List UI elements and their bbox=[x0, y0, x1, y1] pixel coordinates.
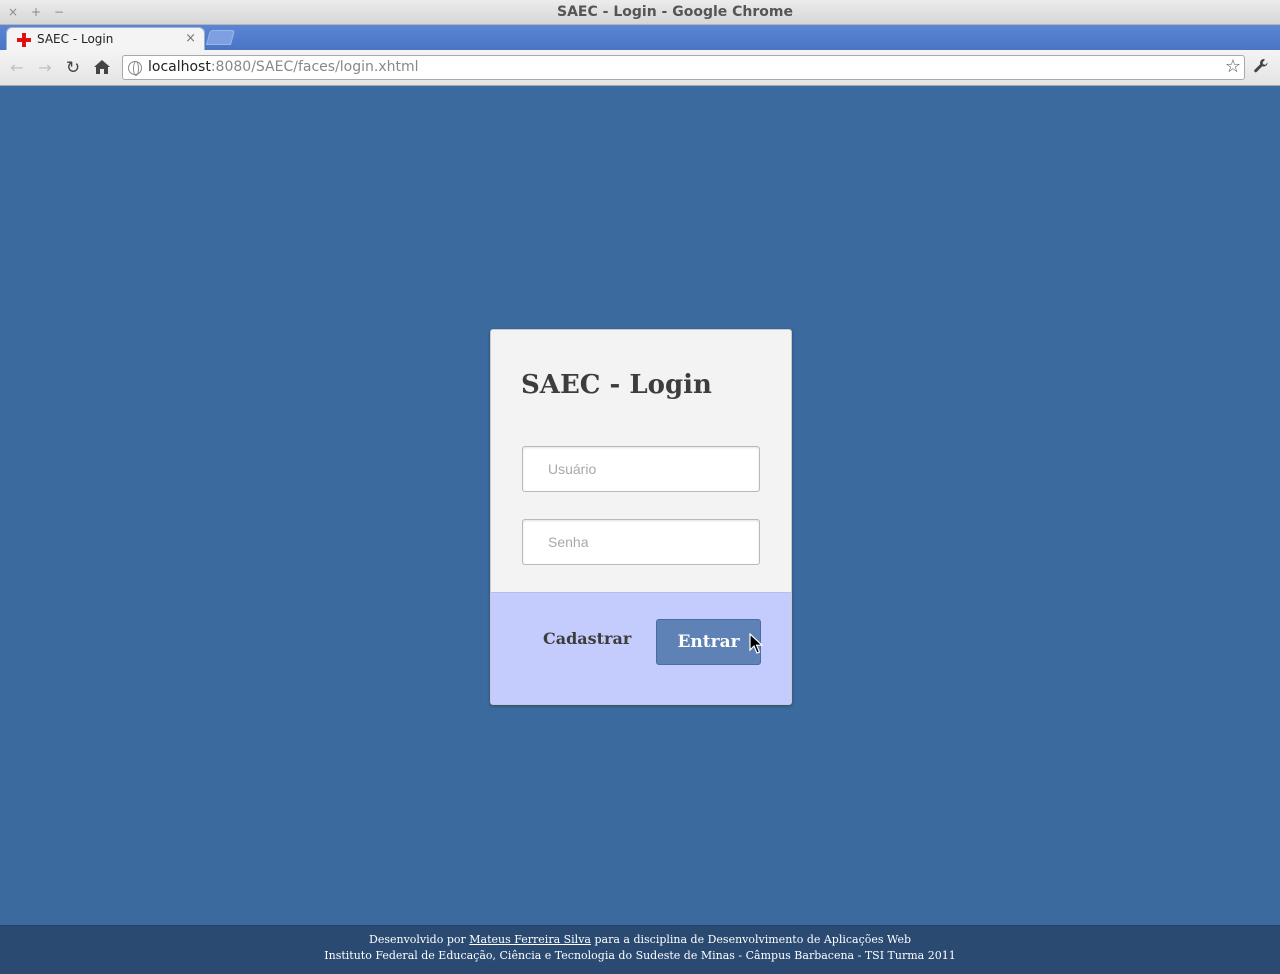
login-card-actions: Cadastrar Entrar bbox=[491, 592, 791, 704]
url-host: localhost bbox=[148, 59, 211, 75]
browser-toolbar: ← → ↻ localhost:8080/SAEC/faces/login.xh… bbox=[0, 50, 1280, 86]
login-submit-button[interactable]: Entrar bbox=[656, 619, 761, 665]
footer-line-2: Instituto Federal de Educação, Ciência e… bbox=[324, 949, 956, 962]
window-maximize-button[interactable]: + bbox=[29, 4, 43, 20]
login-title: SAEC - Login bbox=[521, 370, 712, 400]
page-footer: Desenvolvido por Mateus Ferreira Silva p… bbox=[0, 925, 1280, 974]
footer-prefix: Desenvolvido por bbox=[369, 933, 470, 946]
globe-icon bbox=[128, 61, 142, 76]
star-icon[interactable]: ☆ bbox=[1225, 56, 1241, 77]
footer-line-1: Desenvolvido por Mateus Ferreira Silva p… bbox=[0, 932, 1280, 948]
wrench-icon[interactable] bbox=[1252, 58, 1270, 76]
home-icon[interactable] bbox=[92, 58, 112, 78]
red-cross-icon bbox=[17, 33, 31, 47]
mouse-cursor-icon bbox=[749, 633, 763, 654]
reload-icon[interactable]: ↻ bbox=[63, 58, 83, 78]
new-tab-button[interactable] bbox=[205, 30, 236, 45]
author-link[interactable]: Mateus Ferreira Silva bbox=[469, 933, 591, 946]
window-titlebar: × + − SAEC - Login - Google Chrome bbox=[0, 0, 1280, 25]
window-minimize-button[interactable]: − bbox=[52, 4, 66, 20]
password-input[interactable] bbox=[522, 519, 760, 565]
tab-saec-login[interactable]: SAEC - Login × bbox=[6, 27, 205, 50]
url-text[interactable]: localhost:8080/SAEC/faces/login.xhtml bbox=[148, 59, 419, 75]
login-card: SAEC - Login Cadastrar Entrar bbox=[490, 329, 792, 705]
window-close-button[interactable]: × bbox=[6, 4, 20, 20]
forward-arrow-icon[interactable]: → bbox=[35, 58, 55, 78]
back-arrow-icon[interactable]: ← bbox=[7, 58, 27, 78]
tab-title: SAEC - Login bbox=[37, 32, 114, 46]
tab-close-icon[interactable]: × bbox=[185, 31, 196, 46]
url-path: :8080/SAEC/faces/login.xhtml bbox=[210, 59, 419, 75]
footer-suffix: para a disciplina de Desenvolvimento de … bbox=[590, 933, 911, 946]
username-input[interactable] bbox=[522, 446, 760, 492]
window-controls: × + − bbox=[6, 4, 66, 20]
register-button[interactable]: Cadastrar bbox=[543, 629, 631, 648]
tab-strip: SAEC - Login × bbox=[0, 25, 1280, 50]
window-title: SAEC - Login - Google Chrome bbox=[557, 4, 793, 20]
address-bar[interactable]: localhost:8080/SAEC/faces/login.xhtml ☆ bbox=[122, 55, 1245, 80]
